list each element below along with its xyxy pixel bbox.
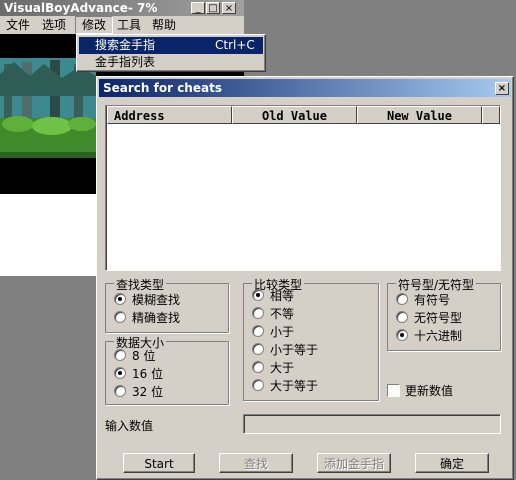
radio-greater-than[interactable]: 大于 bbox=[252, 360, 294, 376]
radio-label: 相等 bbox=[270, 289, 295, 303]
radio-dot bbox=[114, 367, 126, 379]
radio-dot bbox=[252, 379, 264, 391]
radio-label: 十六进制 bbox=[414, 329, 463, 343]
radio-dot bbox=[252, 361, 264, 373]
menu-item-cheat-list-label: 金手指列表 bbox=[95, 55, 156, 69]
radio-dot bbox=[396, 329, 408, 341]
radio-fuzzy-search[interactable]: 模糊查找 bbox=[114, 292, 180, 308]
radio-dot bbox=[252, 289, 264, 301]
radio-dot bbox=[252, 325, 264, 337]
column-old-value[interactable]: Old Value bbox=[232, 106, 357, 124]
column-address[interactable]: Address bbox=[107, 106, 232, 124]
minimize-button[interactable]: _ bbox=[191, 2, 205, 14]
radio-signed[interactable]: 有符号 bbox=[396, 292, 450, 308]
search-type-legend: 查找类型 bbox=[114, 276, 167, 293]
radio-not-equal[interactable]: 不等 bbox=[252, 306, 294, 322]
menu-item-search-cheats-shortcut: Ctrl+C bbox=[215, 38, 255, 52]
dialog-title-bar[interactable]: Search for cheats bbox=[99, 79, 511, 97]
menu-item-search-cheats-label: 搜索金手指 bbox=[95, 38, 156, 52]
update-values-label: 更新数值 bbox=[405, 384, 454, 398]
radio-hexadecimal[interactable]: 十六进制 bbox=[396, 328, 462, 344]
checkbox-box bbox=[387, 384, 400, 397]
radio-dot bbox=[396, 311, 408, 323]
sign-type-legend: 符号型/无符型 bbox=[396, 276, 477, 293]
close-main-button[interactable]: × bbox=[222, 2, 236, 14]
radio-16-bit[interactable]: 16 位 bbox=[114, 366, 163, 382]
search-button[interactable]: 查找 bbox=[219, 453, 293, 473]
sign-type-group: 符号型/无符型 有符号 无符号型 十六进制 bbox=[387, 276, 501, 351]
radio-label: 16 位 bbox=[132, 367, 164, 381]
menu-tools[interactable]: 工具 bbox=[111, 16, 147, 34]
radio-label: 8 位 bbox=[132, 349, 156, 363]
main-window-title: VisualBoyAdvance- 7% bbox=[4, 1, 158, 15]
search-cheats-dialog: Search for cheats × Address Old Value Ne… bbox=[96, 76, 514, 480]
data-size-group: 数据大小 8 位 16 位 32 位 bbox=[105, 334, 229, 405]
radio-dot bbox=[252, 307, 264, 319]
radio-label: 无符号型 bbox=[414, 311, 463, 325]
radio-less-than[interactable]: 小于 bbox=[252, 324, 294, 340]
cheats-dropdown: 搜索金手指 Ctrl+C 金手指列表 bbox=[76, 34, 266, 72]
results-list[interactable]: Address Old Value New Value bbox=[105, 105, 501, 271]
menu-bar: 文件 选项 修改 工具 帮助 bbox=[0, 16, 244, 34]
radio-label: 精确查找 bbox=[132, 311, 181, 325]
radio-equal[interactable]: 相等 bbox=[252, 288, 294, 304]
add-cheat-button[interactable]: 添加金手指 bbox=[317, 453, 391, 473]
update-values-checkbox[interactable]: 更新数值 bbox=[387, 383, 453, 399]
main-window-border bbox=[60, 194, 62, 278]
menu-options[interactable]: 选项 bbox=[36, 16, 72, 34]
radio-dot bbox=[396, 293, 408, 305]
menu-help[interactable]: 帮助 bbox=[146, 16, 182, 34]
menu-file[interactable]: 文件 bbox=[0, 16, 36, 34]
column-filler bbox=[482, 106, 500, 124]
compare-type-group: 比较类型 相等 不等 小于 小于等于 大于 大于等于 bbox=[243, 276, 379, 401]
dialog-title: Search for cheats bbox=[103, 81, 222, 95]
radio-less-equal[interactable]: 小于等于 bbox=[252, 342, 318, 358]
column-new-value[interactable]: New Value bbox=[357, 106, 482, 124]
input-value-label: 输入数值 bbox=[105, 419, 154, 433]
radio-label: 大于 bbox=[270, 361, 295, 375]
radio-dot bbox=[114, 385, 126, 397]
menu-item-cheat-list[interactable]: 金手指列表 bbox=[79, 54, 263, 70]
radio-label: 模糊查找 bbox=[132, 293, 181, 307]
search-type-group: 查找类型 模糊查找 精确查找 bbox=[105, 276, 229, 333]
radio-dot bbox=[114, 293, 126, 305]
radio-label: 32 位 bbox=[132, 385, 164, 399]
radio-exact-search[interactable]: 精确查找 bbox=[114, 310, 180, 326]
radio-dot bbox=[252, 343, 264, 355]
radio-unsigned[interactable]: 无符号型 bbox=[396, 310, 462, 326]
ok-button[interactable]: 确定 bbox=[415, 453, 489, 473]
maximize-button[interactable]: □ bbox=[206, 2, 220, 14]
dialog-close-icon[interactable]: × bbox=[495, 82, 509, 95]
radio-32-bit[interactable]: 32 位 bbox=[114, 384, 163, 400]
input-value-field[interactable] bbox=[243, 414, 501, 434]
radio-label: 小于 bbox=[270, 325, 295, 339]
radio-label: 大于等于 bbox=[270, 379, 319, 393]
menu-item-search-cheats[interactable]: 搜索金手指 Ctrl+C bbox=[79, 37, 263, 54]
radio-dot bbox=[114, 311, 126, 323]
radio-greater-equal[interactable]: 大于等于 bbox=[252, 378, 318, 394]
radio-label: 小于等于 bbox=[270, 343, 319, 357]
menu-cheats[interactable]: 修改 bbox=[75, 16, 114, 34]
radio-8-bit[interactable]: 8 位 bbox=[114, 348, 155, 364]
start-button[interactable]: Start bbox=[123, 453, 195, 473]
radio-label: 有符号 bbox=[414, 293, 451, 307]
radio-dot bbox=[114, 349, 126, 361]
radio-label: 不等 bbox=[270, 307, 295, 321]
